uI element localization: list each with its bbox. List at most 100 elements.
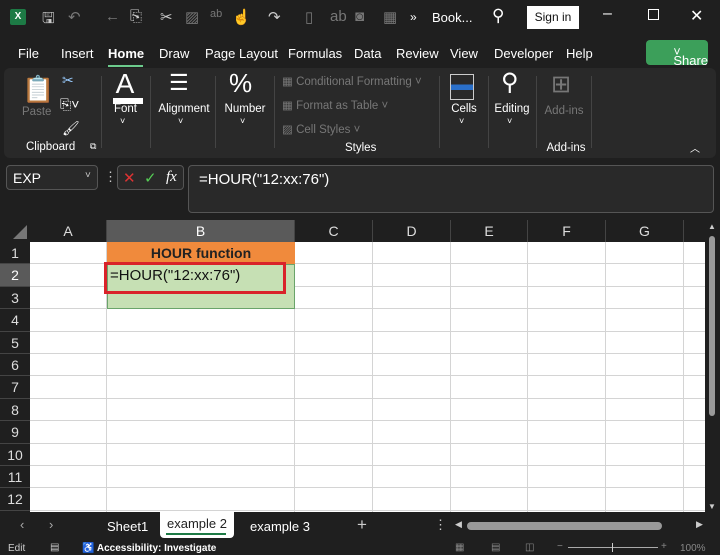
column-header-d[interactable]: D xyxy=(373,220,451,242)
number-button[interactable]: Number xyxy=(222,103,268,115)
name-box[interactable]: EXP ˅ xyxy=(6,165,98,190)
editing-icon[interactable]: ⚲ xyxy=(501,68,519,97)
row-header-1[interactable]: 1 xyxy=(0,242,30,265)
page-break-view-icon[interactable]: ◫ xyxy=(525,542,534,553)
cell-b1[interactable]: HOUR function xyxy=(107,242,295,264)
row-header-4[interactable]: 4 xyxy=(0,309,30,332)
camera-icon[interactable]: ◙ xyxy=(355,8,364,25)
chevron-down-icon[interactable]: ˅ xyxy=(85,170,91,181)
tab-review[interactable]: Review xyxy=(396,46,439,61)
column-header-e[interactable]: E xyxy=(451,220,528,242)
tab-page-layout[interactable]: Page Layout xyxy=(205,46,278,61)
tab-developer[interactable]: Developer xyxy=(494,46,553,61)
more-sheets-icon[interactable]: ⋮ xyxy=(434,517,447,533)
search-icon[interactable]: ⚲ xyxy=(492,6,504,26)
number-icon[interactable]: % xyxy=(229,68,252,99)
enter-icon[interactable]: ✓ xyxy=(144,169,157,187)
image-icon[interactable]: ▨ xyxy=(185,8,199,26)
sheet-tab-example-3[interactable]: example 3 xyxy=(250,519,310,534)
zoom-level[interactable]: 100% xyxy=(680,543,706,554)
paste-button[interactable]: Paste xyxy=(22,106,51,118)
row-header-8[interactable]: 8 xyxy=(0,398,30,422)
paste-icon[interactable]: 📋 xyxy=(22,74,54,105)
row-header-2[interactable]: 2 xyxy=(0,264,30,287)
strikethrough-icon[interactable]: ab xyxy=(330,8,347,25)
maximize-icon[interactable] xyxy=(648,9,659,20)
sheet-tab-sheet1[interactable]: Sheet1 xyxy=(107,519,148,534)
tab-view[interactable]: View xyxy=(450,46,478,61)
normal-view-icon[interactable]: ▦ xyxy=(455,542,464,553)
vertical-scroll-thumb[interactable] xyxy=(709,236,715,416)
zoom-slider[interactable] xyxy=(568,547,658,548)
row-header-11[interactable]: 11 xyxy=(0,466,30,489)
format-as-table-button[interactable]: ▦ Format as Table ˅ xyxy=(282,98,388,112)
alignment-icon[interactable]: ☰ xyxy=(169,70,189,96)
prev-sheet-icon[interactable]: ‹ xyxy=(20,517,24,532)
vertical-scrollbar[interactable]: ▲ ▼ xyxy=(705,220,720,512)
cell-styles-button[interactable]: ▨ Cell Styles ˅ xyxy=(282,122,360,136)
sign-in-button[interactable]: Sign in xyxy=(527,6,579,29)
cut-icon[interactable]: ✂ xyxy=(62,72,74,89)
column-header-b[interactable]: B xyxy=(107,220,295,242)
add-ins-icon[interactable]: ⊞ xyxy=(551,70,571,99)
accessibility-button[interactable]: ♿ Accessibility: Investigate xyxy=(82,543,216,554)
zoom-in-icon[interactable]: + xyxy=(661,541,667,552)
macro-icon[interactable]: ▤ xyxy=(50,542,59,553)
close-icon[interactable]: ✕ xyxy=(690,6,703,26)
editing-button[interactable]: Editing xyxy=(494,103,530,115)
spelling-icon[interactable]: ab xyxy=(210,8,222,20)
collapse-ribbon-icon[interactable]: ︿ xyxy=(690,140,700,155)
cells-icon[interactable] xyxy=(450,74,474,100)
column-header-c[interactable]: C xyxy=(295,220,373,242)
add-sheet-button[interactable]: + xyxy=(357,515,367,535)
cut-icon[interactable]: ✂ xyxy=(160,8,173,26)
sheet-tab-example-2[interactable]: example 2 xyxy=(160,512,234,538)
undo-icon[interactable]: ↶ xyxy=(68,8,81,26)
dialog-launcher-icon[interactable]: ⧉ xyxy=(90,141,96,152)
tab-help[interactable]: Help xyxy=(566,46,593,61)
redo-icon[interactable]: ↷ xyxy=(268,8,281,26)
row-header-9[interactable]: 9 xyxy=(0,421,30,444)
formula-input[interactable]: =HOUR("12:xx:76") xyxy=(188,165,714,213)
form-icon[interactable]: ▦ xyxy=(383,8,397,26)
conditional-formatting-button[interactable]: ▦ Conditional Formatting ˅ xyxy=(282,74,422,88)
add-ins-button[interactable]: Add-ins xyxy=(543,105,585,117)
row-header-5[interactable]: 5 xyxy=(0,331,30,354)
row-header-7[interactable]: 7 xyxy=(0,376,30,399)
touch-mode-icon[interactable]: ☝ xyxy=(232,8,251,26)
tab-home[interactable]: Home xyxy=(108,46,144,61)
tab-data[interactable]: Data xyxy=(354,46,381,61)
zoom-out-icon[interactable]: − xyxy=(557,541,563,552)
row-header-12[interactable]: 12 xyxy=(0,488,30,511)
font-button[interactable]: Font xyxy=(108,103,143,115)
insert-function-button[interactable]: fx xyxy=(166,169,177,186)
tab-formulas[interactable]: Formulas xyxy=(288,46,342,61)
column-header-f[interactable]: F xyxy=(528,220,606,242)
next-sheet-icon[interactable]: › xyxy=(49,517,53,532)
column-header-g[interactable]: G xyxy=(606,220,684,242)
row-header-3[interactable]: 3 xyxy=(0,286,30,310)
copy-icon[interactable]: ⎘˅ xyxy=(60,96,79,113)
tab-draw[interactable]: Draw xyxy=(159,46,189,61)
cancel-icon[interactable]: ✕ xyxy=(123,169,136,187)
format-painter-icon[interactable]: 🖌 xyxy=(62,120,80,137)
back-icon[interactable]: ← xyxy=(105,8,120,25)
alignment-button[interactable]: Alignment xyxy=(156,103,212,115)
page-layout-view-icon[interactable]: ▤ xyxy=(491,542,500,553)
scroll-left-icon[interactable]: ◀ xyxy=(455,519,462,530)
share-button[interactable]: Share ˅ xyxy=(646,40,708,68)
font-icon[interactable]: A xyxy=(110,68,140,100)
more-commands-icon[interactable]: » xyxy=(410,10,417,24)
tab-insert[interactable]: Insert xyxy=(61,46,94,61)
more-options-icon[interactable]: ⋮ xyxy=(104,169,117,185)
horizontal-scroll-thumb[interactable] xyxy=(467,522,662,530)
new-file-icon[interactable]: ▯ xyxy=(305,8,313,26)
scroll-right-icon[interactable]: ▶ xyxy=(696,519,703,530)
select-all-button[interactable] xyxy=(0,220,30,242)
row-header-6[interactable]: 6 xyxy=(0,354,30,377)
copy-icon[interactable]: ⎘ xyxy=(130,8,142,25)
save-icon[interactable]: 🖫 xyxy=(42,8,55,33)
minimize-icon[interactable]: – xyxy=(603,5,612,23)
cells-button[interactable]: Cells xyxy=(449,103,479,115)
cell-grid[interactable]: HOUR function =HOUR("12:xx:76") xyxy=(30,242,705,512)
